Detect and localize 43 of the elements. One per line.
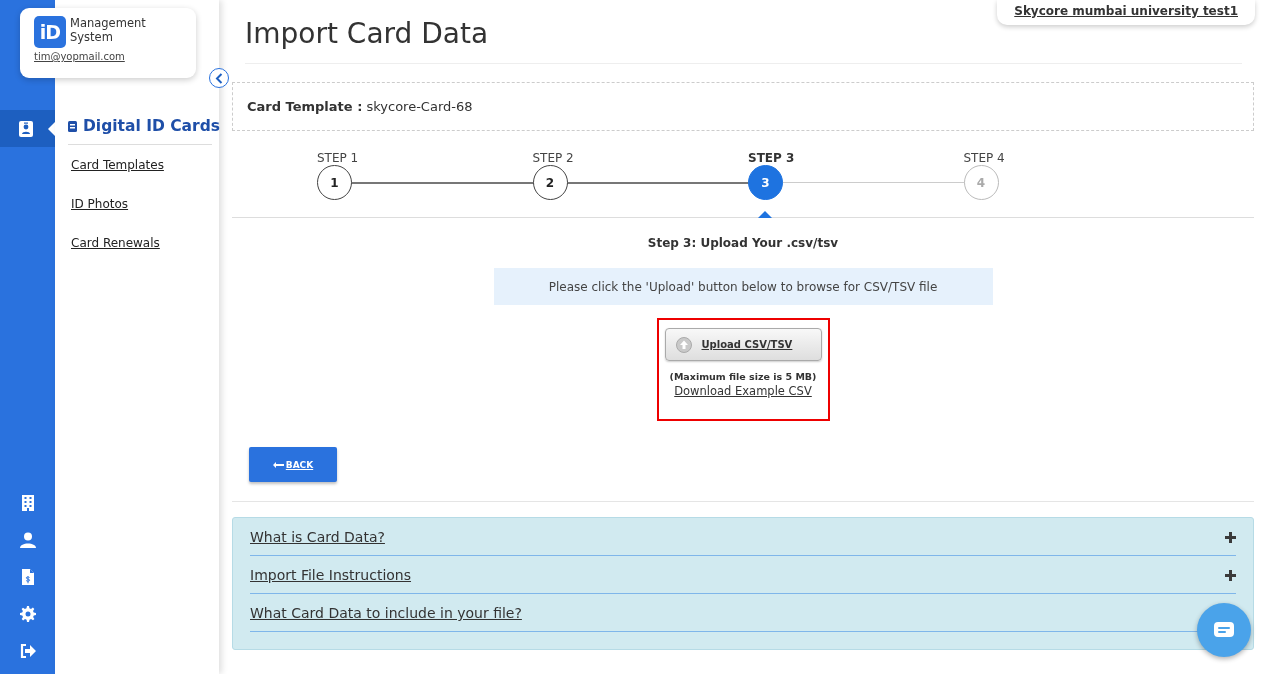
chat-icon — [1214, 622, 1234, 638]
step-circle: 3 — [748, 165, 783, 200]
file-size-note: (Maximum file size is 5 MB) — [669, 371, 817, 382]
faq-link[interactable]: Import File Instructions — [250, 567, 411, 583]
app-name: Management System — [70, 16, 147, 44]
organization-badge[interactable]: Skycore mumbai university test1 — [997, 0, 1255, 25]
faq-link[interactable]: What Card Data to include in your file? — [250, 605, 522, 621]
faq-link[interactable]: What is Card Data? — [250, 529, 385, 545]
collapse-button[interactable] — [209, 68, 229, 88]
step-pointer — [758, 211, 772, 218]
submenu-link[interactable]: ID Photos — [71, 197, 212, 223]
step-label: STEP 3 — [748, 151, 795, 165]
submenu-link[interactable]: Card Renewals — [71, 236, 212, 262]
arrow-left-icon — [272, 461, 284, 468]
page-title: Import Card Data — [245, 17, 489, 50]
step-circle: 2 — [532, 165, 568, 200]
logout-icon — [19, 643, 36, 658]
step-label: STEP 4 — [963, 151, 1005, 165]
id-card-icon — [19, 120, 33, 137]
step-label: STEP 2 — [532, 151, 574, 165]
step-label: STEP 1 — [317, 151, 359, 165]
step-circle: 1 — [317, 165, 352, 200]
step-circle: 4 — [963, 165, 999, 200]
logo: iD — [34, 16, 66, 48]
rail-item[interactable] — [0, 110, 55, 147]
email-link[interactable]: tim@yopmail.com — [34, 51, 184, 62]
submenu-link[interactable]: Card Templates — [71, 158, 212, 184]
step-heading: Step 3: Upload Your .csv/tsv — [647, 236, 839, 250]
person-icon — [19, 531, 36, 548]
id-card-icon — [68, 120, 77, 132]
upload-button[interactable]: Upload CSV/TSV — [664, 328, 822, 361]
section-title: Digital ID Cards — [83, 117, 220, 135]
back-button[interactable]: BACK — [249, 447, 337, 482]
info-text: Please click the 'Upload' button below to browse for CSV/TSV file — [548, 279, 938, 294]
building-icon — [21, 494, 34, 511]
upload-icon — [675, 336, 692, 353]
invoice-icon — [21, 568, 34, 585]
download-link[interactable]: Download Example CSV — [674, 384, 812, 398]
plus-icon[interactable] — [1225, 569, 1236, 581]
template-info: Card Template : skycore-Card-68 — [247, 99, 473, 114]
chevron-left-icon — [215, 72, 223, 84]
plus-icon[interactable] — [1225, 531, 1236, 543]
settings-icon — [19, 605, 36, 622]
